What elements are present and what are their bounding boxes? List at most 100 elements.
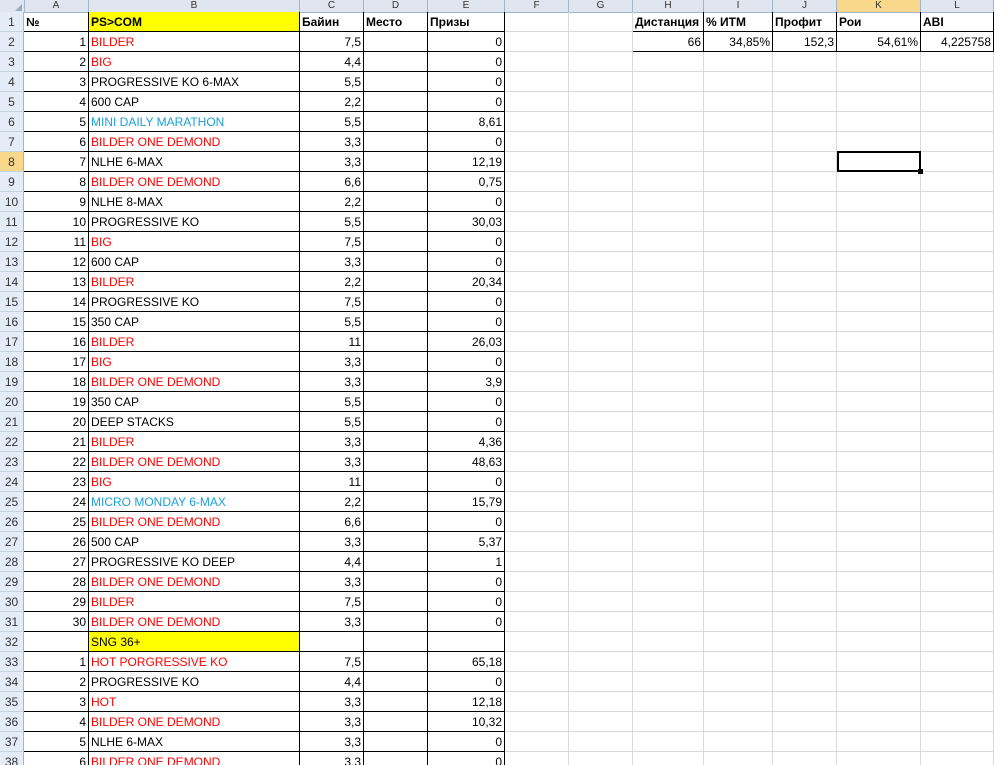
tournament-name[interactable]: BILDER ONE DEMOND [89,712,300,732]
grid-cell[interactable] [569,212,633,232]
prize-value[interactable]: 0 [428,92,505,112]
prize-value[interactable]: 12,19 [428,152,505,172]
spreadsheet[interactable]: ABCDEFGHIJKL 1 2 3 4 5 6 7 8 9 10 11 12 13 14 15 16 17 18… [0,0,994,765]
grid-cell[interactable] [773,192,837,212]
place-value[interactable] [364,352,428,372]
prize-value[interactable]: 0 [428,672,505,692]
prize-value[interactable]: 0 [428,232,505,252]
grid-cell[interactable] [633,232,704,252]
grid-cell[interactable] [633,592,704,612]
grid-cell[interactable] [505,72,569,92]
grid-cell[interactable] [569,612,633,632]
grid-cell[interactable] [704,232,773,252]
prize-value[interactable]: 0 [428,32,505,52]
row-number[interactable]: 20 [24,412,89,432]
row-header[interactable]: 1 [0,12,24,32]
header-name[interactable]: PS>COM [89,12,300,32]
grid-cell[interactable] [704,432,773,452]
grid-cell[interactable] [569,12,633,32]
grid-cell[interactable] [704,472,773,492]
grid-cell[interactable] [633,172,704,192]
row-header[interactable]: 7 [0,132,24,152]
grid-cell[interactable] [704,152,773,172]
row-header[interactable]: 31 [0,612,24,632]
tournament-name[interactable]: NLHE 6-MAX [89,732,300,752]
tournament-name[interactable]: BILDER ONE DEMOND [89,452,300,472]
grid-cell[interactable] [921,432,994,452]
grid-cell[interactable] [569,92,633,112]
grid-cell[interactable] [505,172,569,192]
row-number[interactable]: 2 [24,52,89,72]
grid-cell[interactable] [569,592,633,612]
grid-cell[interactable] [633,572,704,592]
row-number[interactable]: 7 [24,152,89,172]
summary-value[interactable]: 4,225758 [921,32,994,52]
grid-cell[interactable] [921,252,994,272]
place-value[interactable] [364,132,428,152]
grid-cell[interactable] [921,392,994,412]
prize-value[interactable]: 4,36 [428,432,505,452]
grid-cell[interactable] [773,712,837,732]
grid-cell[interactable] [633,732,704,752]
grid-cell[interactable] [569,272,633,292]
grid-cell[interactable] [773,492,837,512]
grid-cell[interactable] [837,312,921,332]
prize-value[interactable]: 10,32 [428,712,505,732]
place-value[interactable] [364,572,428,592]
grid-cell[interactable] [837,352,921,372]
prize-value[interactable]: 0 [428,252,505,272]
grid-cell[interactable] [837,172,921,192]
place-value[interactable] [364,252,428,272]
tournament-name[interactable]: BILDER [89,332,300,352]
grid-cell[interactable] [773,692,837,712]
grid-cell[interactable] [704,292,773,312]
row-header[interactable]: 23 [0,452,24,472]
grid-cell[interactable] [633,312,704,332]
place-value[interactable] [364,112,428,132]
buyin-value[interactable]: 3,3 [300,452,364,472]
grid-cell[interactable] [921,352,994,372]
summary-label[interactable]: Дистанция [633,12,704,32]
grid-cell[interactable] [837,652,921,672]
grid-cell[interactable] [837,252,921,272]
row-number[interactable]: 8 [24,172,89,192]
row-header[interactable]: 17 [0,332,24,352]
buyin-value[interactable]: 3,3 [300,612,364,632]
row-number[interactable]: 11 [24,232,89,252]
tournament-name[interactable]: PROGRESSIVE KO [89,672,300,692]
tournament-name[interactable]: PROGRESSIVE KO 6-MAX [89,72,300,92]
buyin-value[interactable]: 11 [300,472,364,492]
row-header[interactable]: 35 [0,692,24,712]
tournament-name[interactable]: BILDER ONE DEMOND [89,172,300,192]
grid-cell[interactable] [633,152,704,172]
grid-cell[interactable] [921,112,994,132]
tournament-name[interactable]: 600 CAP [89,252,300,272]
prize-value[interactable]: 0 [428,132,505,152]
grid-cell[interactable] [633,212,704,232]
grid-cell[interactable] [569,532,633,552]
grid-cell[interactable] [921,332,994,352]
prize-value[interactable]: 0 [428,732,505,752]
row-number[interactable]: 1 [24,32,89,52]
tournament-name[interactable]: 350 CAP [89,392,300,412]
grid-cell[interactable] [633,252,704,272]
place-value[interactable] [364,32,428,52]
grid-cell[interactable] [773,152,837,172]
grid-cell[interactable] [704,192,773,212]
grid-cell[interactable] [704,752,773,765]
grid-cell[interactable] [633,532,704,552]
place-value[interactable] [364,72,428,92]
row-number[interactable]: 16 [24,332,89,352]
grid-cell[interactable] [773,652,837,672]
column-header-b[interactable]: B [89,0,300,12]
grid-cell[interactable] [773,672,837,692]
column-header-e[interactable]: E [428,0,505,12]
grid-cell[interactable] [633,632,704,652]
place-value[interactable] [364,672,428,692]
row-number[interactable]: 2 [24,672,89,692]
column-header-d[interactable]: D [364,0,428,12]
grid-cell[interactable] [837,752,921,765]
prize-value[interactable]: 3,9 [428,372,505,392]
tournament-name[interactable]: BILDER [89,432,300,452]
grid-cell[interactable] [704,112,773,132]
